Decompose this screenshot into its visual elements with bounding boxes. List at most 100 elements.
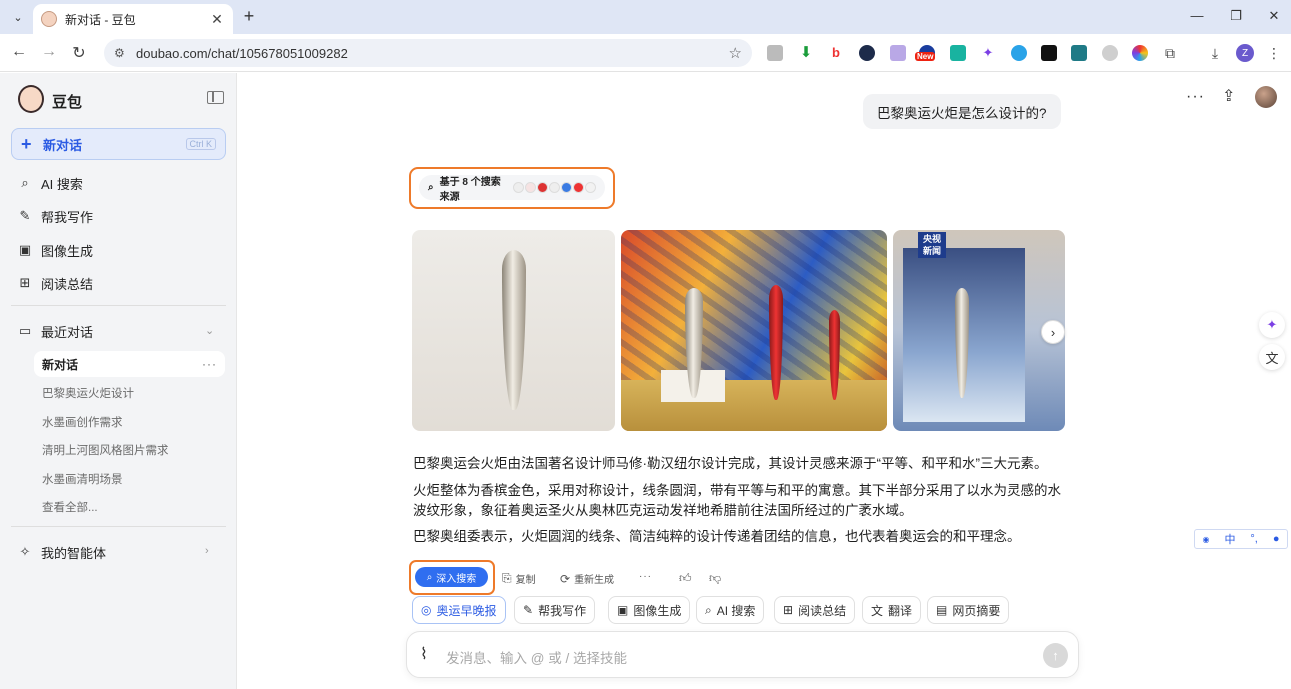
microphone-icon[interactable]: ● <box>1273 533 1280 545</box>
site-settings-icon[interactable]: ⚙ <box>114 46 132 60</box>
image-icon: ▣ <box>617 603 629 617</box>
forward-arrow-icon[interactable]: → <box>39 43 59 61</box>
more-options-icon[interactable]: ··· <box>202 357 217 371</box>
tab-search-chevron-icon[interactable]: ⌄ <box>8 7 28 27</box>
ai-sparkle-float-icon[interactable]: ✦ <box>1259 312 1285 338</box>
cloud-extension-icon[interactable] <box>1102 45 1118 61</box>
sidebar-item-label: 阅读总结 <box>41 276 94 292</box>
recent-item[interactable]: 水墨画清明场景 <box>42 471 123 487</box>
more-options-icon[interactable]: ··· <box>1186 88 1205 106</box>
reader-icon: ⊞ <box>19 275 31 290</box>
skill-olympics-news[interactable]: ◎ 奥运早晚报 <box>412 596 506 624</box>
address-bar[interactable]: ⚙ doubao.com/chat/105678051009282 ☆ <box>104 39 752 67</box>
sidebar-item-image-gen[interactable]: ▣ 图像生成 <box>18 239 93 261</box>
sidebar-item-writing[interactable]: ✎ 帮我写作 <box>18 205 93 227</box>
carousel-next-button[interactable]: › <box>1041 320 1065 344</box>
deep-search-button[interactable]: ⌕ 深入搜索 <box>415 567 488 587</box>
message-input[interactable]: 发消息、输入 @ 或 / 选择技能 <box>446 647 627 667</box>
agent-sparkle-icon: ✧ <box>19 544 31 559</box>
skill-ai-search[interactable]: ⌕ AI 搜索 <box>696 596 765 624</box>
search-icon: ⌕ <box>21 175 29 190</box>
view-all-link[interactable]: 查看全部... <box>42 499 98 515</box>
skill-translate[interactable]: 文 翻译 <box>862 596 922 624</box>
copy-icon: ⎘ <box>502 571 512 585</box>
ime-language[interactable]: 中 <box>1224 531 1235 547</box>
sidebar-item-ai-search[interactable]: ⌕ AI 搜索 <box>18 172 83 194</box>
torch-image-3[interactable]: 央视 新闻 <box>893 230 1065 431</box>
bookmark-star-icon[interactable]: ☆ <box>729 44 742 62</box>
recent-chats-header[interactable]: ▭ 最近对话 <box>18 320 93 342</box>
back-arrow-icon[interactable]: ← <box>9 43 29 61</box>
more-actions-icon[interactable]: ··· <box>639 571 652 582</box>
plus-icon: + <box>21 133 32 154</box>
browser-tab[interactable]: 新对话 - 豆包 ✕ <box>33 4 233 34</box>
sidebar-item-reading[interactable]: ⊞ 阅读总结 <box>18 272 93 294</box>
pen-icon: ✎ <box>19 208 31 223</box>
refresh-icon: ⟳ <box>560 571 571 586</box>
recent-item[interactable]: 清明上河图风格图片需求 <box>42 442 169 458</box>
minimize-icon[interactable]: — <box>1187 8 1207 23</box>
attachment-icon[interactable]: ⌇ <box>420 644 428 664</box>
extensions-puzzle-icon[interactable]: ⧉ <box>1162 45 1178 61</box>
color-extension-icon[interactable] <box>1132 45 1148 61</box>
recent-item[interactable]: 巴黎奥运火炬设计 <box>42 385 134 401</box>
url-text[interactable]: doubao.com/chat/105678051009282 <box>132 46 729 61</box>
skill-writing[interactable]: ✎ 帮我写作 <box>514 596 596 624</box>
user-avatar[interactable] <box>1255 86 1277 108</box>
new-chat-button[interactable]: + 新对话 Ctrl K <box>11 128 226 160</box>
doubao-favicon-icon <box>41 11 57 27</box>
share-icon[interactable]: ⇪ <box>1222 86 1235 106</box>
bing-extension-icon[interactable]: b <box>828 45 844 61</box>
window-close-icon[interactable]: ✕ <box>1264 8 1284 24</box>
answer-paragraph: 火炬整体为香槟金色，采用对称设计，线条圆润，带有平等与和平的寓意。其下半部分采用… <box>413 483 1061 518</box>
new-badge: New <box>915 52 936 61</box>
search-icon: ⌕ <box>426 571 433 583</box>
chat-extension-icon[interactable] <box>1011 45 1027 61</box>
mail-extension-icon[interactable] <box>890 45 906 61</box>
skill-web-summary[interactable]: ▤ 网页摘要 <box>927 596 1010 624</box>
webpage-icon: ▤ <box>936 603 948 617</box>
thumbs-down-icon[interactable]: 👎︎ <box>709 571 721 586</box>
torch-poster <box>903 248 1025 422</box>
ime-punctuation-icon[interactable]: °, <box>1250 533 1257 545</box>
sources-chip[interactable]: ⌕ 基于 8 个搜索来源 <box>419 175 605 203</box>
chevron-right-icon[interactable]: › <box>205 545 209 557</box>
download-extension-icon[interactable]: ⬇ <box>798 45 814 61</box>
grid-extension-icon[interactable] <box>1071 45 1087 61</box>
torch-image-1[interactable] <box>412 230 615 431</box>
answer-paragraph: 巴黎奥组委表示，火炬圆润的线条、简洁纯粹的设计传递着团结的信息，也代表着奥运会的… <box>413 529 1021 544</box>
translate-icon: 文 <box>871 603 884 618</box>
search-icon: ⌕ <box>428 182 434 193</box>
sparkle-extension-icon[interactable]: ✦ <box>980 45 996 61</box>
new-tab-plus-icon[interactable]: + <box>239 6 259 27</box>
copy-label: 复制 <box>515 575 536 586</box>
downloads-icon[interactable]: ⤓ <box>1207 45 1223 61</box>
recent-item[interactable]: 水墨画创作需求 <box>42 414 123 430</box>
torch-image-2[interactable] <box>621 230 887 431</box>
thumbs-up-icon[interactable]: 👍︎ <box>679 571 692 586</box>
hex-extension-icon[interactable] <box>859 45 875 61</box>
message-composer[interactable]: ⌇ 发消息、输入 @ 或 / 选择技能 ↑ <box>406 631 1079 678</box>
sidebar-collapse-icon[interactable] <box>207 91 224 104</box>
restore-icon[interactable]: ❐ <box>1226 8 1246 24</box>
my-agents-item[interactable]: ✧ 我的智能体 <box>18 541 106 563</box>
shortcut-hint: Ctrl K <box>185 138 216 150</box>
copy-button[interactable]: ⎘ 复制 <box>502 571 536 586</box>
tab-close-icon[interactable]: ✕ <box>209 11 225 28</box>
skill-reading[interactable]: ⊞ 阅读总结 <box>774 596 856 624</box>
reader-icon: ⊞ <box>783 603 794 617</box>
chevron-down-icon[interactable]: ⌄ <box>205 324 214 337</box>
reload-icon[interactable]: ↻ <box>69 43 89 63</box>
regenerate-button[interactable]: ⟳ 重新生成 <box>560 571 614 587</box>
ime-logo-icon[interactable]: ◉ <box>1202 535 1209 544</box>
translate-float-icon[interactable]: 文 <box>1259 344 1285 370</box>
browser-menu-icon[interactable]: ⋮ <box>1266 45 1282 61</box>
reader-extension-icon[interactable] <box>767 45 783 61</box>
notion-extension-icon[interactable] <box>1041 45 1057 61</box>
skill-label: 帮我写作 <box>538 603 587 618</box>
skill-image-gen[interactable]: ▣ 图像生成 <box>608 596 691 624</box>
translate-extension-icon[interactable] <box>950 45 966 61</box>
send-button[interactable]: ↑ <box>1043 643 1068 668</box>
recent-item-active[interactable]: 新对话 ··· <box>34 351 225 377</box>
profile-avatar[interactable]: Z <box>1236 44 1254 62</box>
